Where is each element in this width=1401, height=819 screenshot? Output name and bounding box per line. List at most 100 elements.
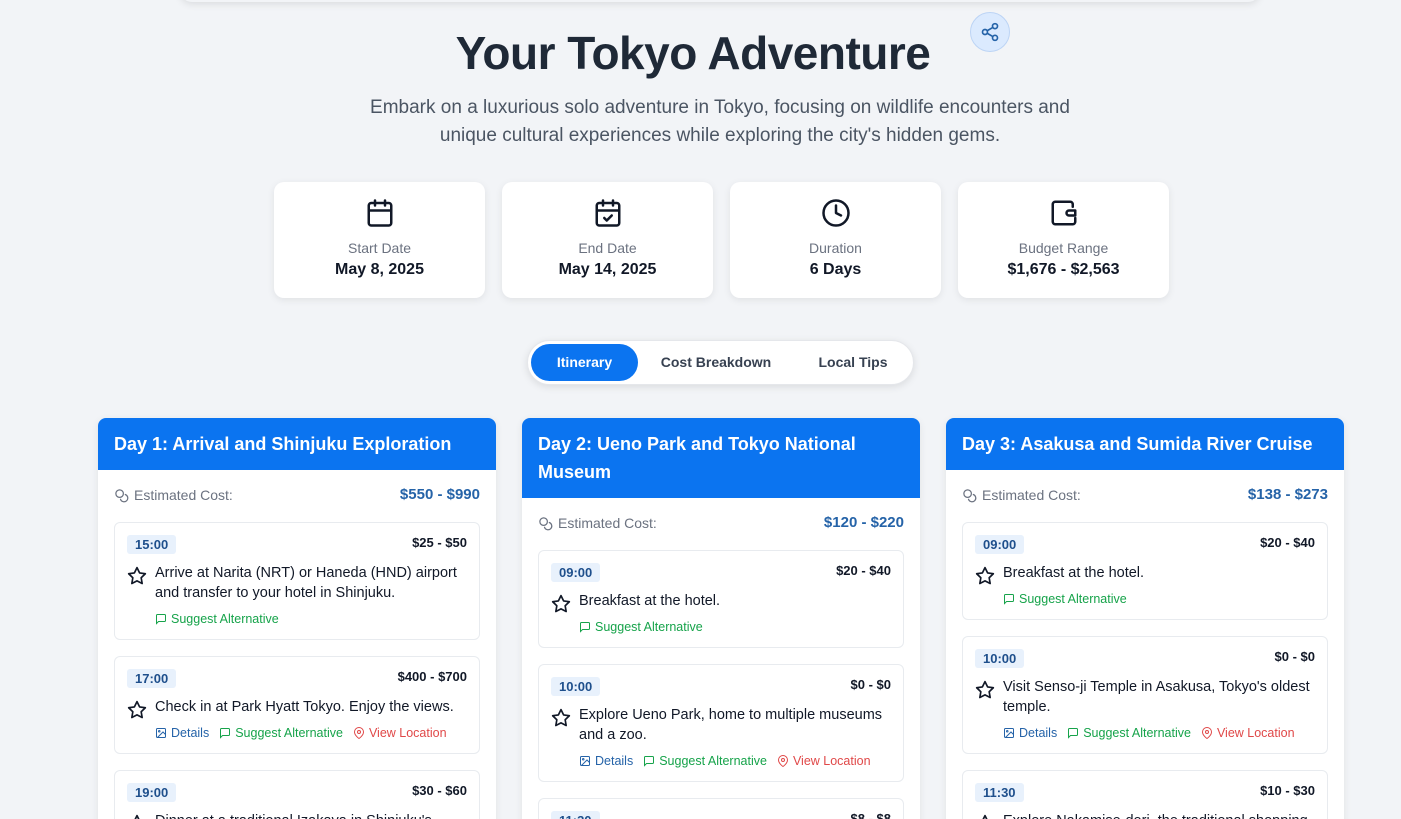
star-icon[interactable] xyxy=(127,700,147,720)
share-icon xyxy=(981,22,999,42)
image-icon xyxy=(1004,728,1014,738)
message-icon xyxy=(580,622,590,633)
activity-time: 09:00 xyxy=(551,563,601,582)
day-card-3: Day 3: Asakusa and Sumida River Cruise E… xyxy=(946,418,1344,819)
activity-item: 19:00 $30 - $60 Dinner at a traditional … xyxy=(114,770,480,819)
activity-description: Visit Senso-ji Temple in Asakusa, Tokyo'… xyxy=(1003,679,1310,715)
activity-time: 15:00 xyxy=(127,535,177,554)
activity-item: 11:30 $10 - $30 Explore Nakamise-dori, t… xyxy=(962,770,1328,819)
coins-icon xyxy=(539,517,553,531)
end-date-label: End Date xyxy=(578,240,637,256)
day-card-2: Day 2: Ueno Park and Tokyo National Muse… xyxy=(522,418,920,819)
clock-icon xyxy=(822,199,850,227)
tab-itinerary[interactable]: Itinerary xyxy=(531,344,638,381)
tab-local-tips[interactable]: Local Tips xyxy=(794,344,912,381)
budget-card: Budget Range $1,676 - $2,563 xyxy=(958,182,1169,298)
activity-price: $0 - $0 xyxy=(1274,649,1315,664)
activity-links: Suggest Alternative xyxy=(155,612,279,626)
estimated-cost-label: Estimated Cost: xyxy=(558,515,657,531)
activity-time: 10:00 xyxy=(975,649,1025,668)
star-icon[interactable] xyxy=(975,680,995,700)
star-icon[interactable] xyxy=(127,566,147,586)
details-link[interactable]: Details xyxy=(579,754,633,768)
details-link[interactable]: Details xyxy=(1003,726,1057,740)
activity-price: $0 - $0 xyxy=(850,677,891,692)
details-link[interactable]: Details xyxy=(155,726,209,740)
activity-price: $400 - $700 xyxy=(397,669,467,684)
start-date-label: Start Date xyxy=(347,240,412,256)
activity-price: $20 - $40 xyxy=(1260,535,1315,550)
activity-description: Explore Nakamise-dori, the traditional s… xyxy=(1003,811,1313,819)
estimated-cost-value: $138 - $273 xyxy=(1247,486,1328,503)
image-icon xyxy=(156,728,166,738)
activity-item: 11:30 $8 - $8 xyxy=(538,798,904,819)
view-location-label: View Location xyxy=(1216,726,1295,740)
duration-label: Duration xyxy=(809,240,862,256)
duration-card: Duration 6 Days xyxy=(730,182,941,298)
suggest-alternative-link[interactable]: Suggest Alternative xyxy=(1067,726,1191,740)
suggest-alternative-label: Suggest Alternative xyxy=(595,620,703,634)
star-icon[interactable] xyxy=(127,814,147,819)
activity-price: $25 - $50 xyxy=(412,535,467,550)
suggest-alternative-label: Suggest Alternative xyxy=(235,726,343,740)
activity-links: Details Suggest Alternative View Locatio… xyxy=(155,726,447,740)
coins-icon xyxy=(115,489,129,503)
budget-value: $1,676 - $2,563 xyxy=(1007,261,1120,278)
view-location-link[interactable]: View Location xyxy=(777,754,871,768)
activity-item: 17:00 $400 - $700 Check in at Park Hyatt… xyxy=(114,656,480,754)
activity-links: Suggest Alternative xyxy=(1003,592,1127,606)
activity-item: 09:00 $20 - $40 Breakfast at the hotel. … xyxy=(538,550,904,648)
estimated-cost-row: Estimated Cost: $120 - $220 xyxy=(522,498,920,548)
calendar-icon xyxy=(367,199,393,227)
suggest-alternative-label: Suggest Alternative xyxy=(659,754,767,768)
activity-time: 09:00 xyxy=(975,535,1025,554)
start-date-value: May 8, 2025 xyxy=(335,261,424,278)
suggest-alternative-link[interactable]: Suggest Alternative xyxy=(155,612,279,626)
activity-description: Arrive at Narita (NRT) or Haneda (HND) a… xyxy=(155,565,457,601)
map-pin-icon xyxy=(777,755,788,767)
wallet-icon xyxy=(1051,200,1077,226)
star-icon[interactable] xyxy=(551,594,571,614)
star-icon[interactable] xyxy=(551,708,571,728)
page-subtitle: Embark on a luxurious solo adventure in … xyxy=(370,97,1070,146)
day-title: Day 1: Arrival and Shinjuku Exploration xyxy=(98,418,496,470)
message-icon xyxy=(1068,728,1079,739)
message-icon xyxy=(644,756,655,767)
activity-description: Breakfast at the hotel. xyxy=(579,593,721,609)
message-icon xyxy=(156,614,166,625)
share-button[interactable] xyxy=(970,12,1010,52)
activity-description: Explore Ueno Park, home to multiple muse… xyxy=(579,707,883,743)
view-location-label: View Location xyxy=(368,726,447,740)
suggest-alternative-label: Suggest Alternative xyxy=(1019,592,1127,606)
details-label: Details xyxy=(171,726,210,740)
details-label: Details xyxy=(595,754,634,768)
suggest-alternative-label: Suggest Alternative xyxy=(1083,726,1191,740)
coins-icon xyxy=(963,489,977,503)
activity-time: 10:00 xyxy=(551,677,601,696)
estimated-cost-row: Estimated Cost: $138 - $273 xyxy=(946,470,1344,520)
activity-time: 11:30 xyxy=(551,811,600,819)
activity-price: $10 - $30 xyxy=(1260,783,1315,798)
estimated-cost-label: Estimated Cost: xyxy=(982,487,1081,503)
calendar-check-icon xyxy=(595,199,621,227)
message-icon xyxy=(220,728,231,739)
star-icon[interactable] xyxy=(975,566,995,586)
suggest-alternative-link[interactable]: Suggest Alternative xyxy=(219,726,343,740)
image-icon xyxy=(580,756,590,766)
activity-links: Details Suggest Alternative View Locatio… xyxy=(579,754,871,768)
activity-links: Details Suggest Alternative View Locatio… xyxy=(1003,726,1295,740)
activity-time: 11:30 xyxy=(975,783,1024,802)
end-date-card: End Date May 14, 2025 xyxy=(502,182,713,298)
details-label: Details xyxy=(1019,726,1058,740)
suggest-alternative-link[interactable]: Suggest Alternative xyxy=(1003,592,1127,606)
estimated-cost-row: Estimated Cost: $550 - $990 xyxy=(98,470,496,520)
suggest-alternative-label: Suggest Alternative xyxy=(171,612,279,626)
view-location-link[interactable]: View Location xyxy=(1201,726,1295,740)
activity-links: Suggest Alternative xyxy=(579,620,703,634)
tab-cost-breakdown[interactable]: Cost Breakdown xyxy=(646,344,786,381)
duration-value: 6 Days xyxy=(809,261,862,278)
suggest-alternative-link[interactable]: Suggest Alternative xyxy=(579,620,703,634)
view-location-link[interactable]: View Location xyxy=(353,726,447,740)
star-icon[interactable] xyxy=(975,814,995,819)
suggest-alternative-link[interactable]: Suggest Alternative xyxy=(643,754,767,768)
